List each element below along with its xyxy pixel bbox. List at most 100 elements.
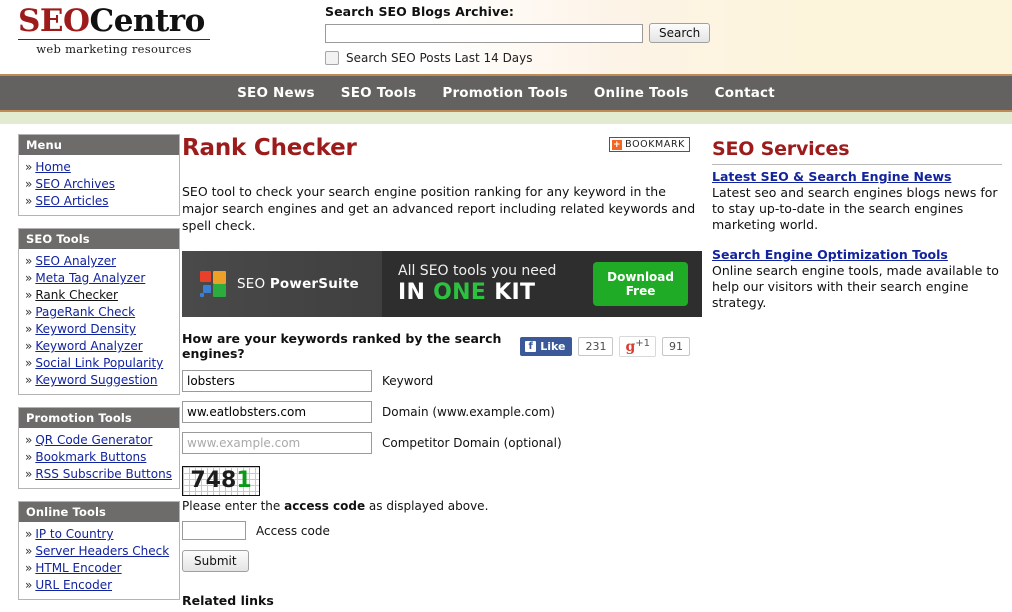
competitor-domain-input[interactable] [182,432,372,454]
captcha-instructions: Please enter the access code as displaye… [182,499,702,513]
domain-input-label: Domain (www.example.com) [382,405,555,419]
sidebar-link-ip-to-country[interactable]: IP to Country [35,527,113,541]
sidebar-link-url-encoder[interactable]: URL Encoder [35,578,112,592]
archive-search-area: Search SEO Blogs Archive: Search Search … [325,4,711,65]
sidebar-item-home[interactable]: » Home [25,159,173,176]
service-link-latest-seo-news[interactable]: Latest SEO & Search Engine News [712,169,1002,184]
bullet-icon: » [25,177,33,191]
sidebar-item-url-encoder[interactable]: » URL Encoder [25,577,173,594]
main-content: Rank Checker + BOOKMARK SEO tool to chec… [180,124,702,608]
service-block-news: Latest SEO & Search Engine News Latest s… [712,169,1002,233]
sidebar-link-server-headers-check[interactable]: Server Headers Check [35,544,169,558]
sidebar-box-seo-tools-title: SEO Tools [19,229,179,249]
form-question: How are your keywords ranked by the sear… [182,331,502,361]
competitor-domain-field-row: Competitor Domain (optional) [182,432,702,454]
sidebar-item-server-headers-check[interactable]: » Server Headers Check [25,543,173,560]
sidebar-box-online-tools-body: » IP to Country » Server Headers Check » HT… [19,522,179,599]
sidebar-link-html-encoder[interactable]: HTML Encoder [35,561,121,575]
sidebar-link-rank-checker[interactable]: Rank Checker [35,288,118,302]
archive-search-row: Search [325,23,711,43]
sidebar-item-seo-analyzer[interactable]: » SEO Analyzer [25,253,173,270]
bullet-icon: » [25,527,33,541]
access-code-label: Access code [256,523,330,538]
powersuite-logo-icon [200,271,226,297]
ad-message-area: All SEO tools you need IN ONE KIT Downlo… [382,251,702,317]
sidebar-item-html-encoder[interactable]: » HTML Encoder [25,560,173,577]
domain-input[interactable] [182,401,372,423]
ad-brand-name: SEO PowerSuite [237,276,359,292]
sidebar-link-seo-articles[interactable]: SEO Articles [35,194,108,208]
sidebar-link-keyword-suggestion[interactable]: Keyword Suggestion [35,373,157,387]
sidebar-box-menu: Menu » Home » SEO Archives » SEO Articles [18,134,180,216]
download-button-line-2: Free [625,284,656,298]
google-plus-one-count: 91 [662,336,690,356]
submit-button[interactable]: Submit [182,550,249,572]
sidebar-item-keyword-density[interactable]: » Keyword Density [25,321,173,338]
sidebar-link-rss-subscribe-buttons[interactable]: RSS Subscribe Buttons [35,467,172,481]
sidebar-link-qr-code-generator[interactable]: QR Code Generator [35,433,152,447]
sidebar-item-bookmark-buttons[interactable]: » Bookmark Buttons [25,449,173,466]
logo-wordmark: SEOCentro [18,4,218,38]
archive-search-filter[interactable]: Search SEO Posts Last 14 Days [325,51,710,65]
form-question-row: How are your keywords ranked by the sear… [182,331,702,361]
sidebar-item-keyword-analyzer[interactable]: » Keyword Analyzer [25,338,173,355]
nav-item-online-tools[interactable]: Online Tools [594,85,689,101]
sidebar-item-rank-checker[interactable]: » Rank Checker [25,287,173,304]
bullet-icon: » [25,194,33,208]
sidebar-item-rss-subscribe-buttons[interactable]: » RSS Subscribe Buttons [25,466,173,483]
captcha-note-suffix: as displayed above. [365,499,489,513]
sidebar-item-social-link-popularity[interactable]: » Social Link Popularity [25,355,173,372]
bullet-icon: » [25,160,33,174]
sidebar-item-ip-to-country[interactable]: » IP to Country [25,526,173,543]
google-plus-one-label: +1 [635,337,650,349]
site-logo[interactable]: SEOCentro web marketing resources [18,4,218,56]
sidebar-item-seo-archives[interactable]: » SEO Archives [25,176,173,193]
archive-search-button[interactable]: Search [649,23,711,43]
bullet-icon: » [25,373,33,387]
nav-item-seo-news[interactable]: SEO News [237,85,315,101]
sidebar-item-keyword-suggestion[interactable]: » Keyword Suggestion [25,372,173,389]
sidebar-link-pagerank-check[interactable]: PageRank Check [35,305,135,319]
ad-copy: All SEO tools you need IN ONE KIT [398,264,556,304]
bullet-icon: » [25,450,33,464]
sidebar-link-bookmark-buttons[interactable]: Bookmark Buttons [35,450,146,464]
google-plus-one-button[interactable]: g+1 [619,335,656,357]
keyword-input[interactable] [182,370,372,392]
sidebar-link-meta-tag-analyzer[interactable]: Meta Tag Analyzer [35,271,145,285]
facebook-icon: f [525,340,537,352]
right-column: SEO Services Latest SEO & Search Engine … [702,124,1012,325]
sidebar-item-qr-code-generator[interactable]: » QR Code Generator [25,432,173,449]
nav-item-contact[interactable]: Contact [715,85,775,101]
bullet-icon: » [25,561,33,575]
sidebar-link-home[interactable]: Home [35,160,70,174]
sidebar-link-keyword-analyzer[interactable]: Keyword Analyzer [35,339,142,353]
captcha-note-prefix: Please enter the [182,499,285,513]
facebook-like-button[interactable]: f Like [520,336,573,356]
seo-services-title: SEO Services [712,138,850,160]
logo-centro-text: Centro [89,3,206,39]
service-link-seo-tools[interactable]: Search Engine Optimization Tools [712,247,1002,262]
site-header: SEOCentro web marketing resources Search… [0,0,1012,74]
nav-item-promotion-tools[interactable]: Promotion Tools [442,85,567,101]
domain-field-row: Domain (www.example.com) [182,401,702,423]
bullet-icon: » [25,254,33,268]
download-free-button[interactable]: Download Free [593,262,688,306]
bookmark-plus-icon: + [612,139,623,150]
sidebar-link-keyword-density[interactable]: Keyword Density [35,322,136,336]
bookmark-button[interactable]: + BOOKMARK [609,137,690,152]
sidebar-item-seo-articles[interactable]: » SEO Articles [25,193,173,210]
sidebar-link-seo-archives[interactable]: SEO Archives [35,177,115,191]
sidebar-link-seo-analyzer[interactable]: SEO Analyzer [35,254,116,268]
sidebar-box-seo-tools: SEO Tools » SEO Analyzer » Meta Tag Analyz… [18,228,180,395]
sidebar-link-social-link-popularity[interactable]: Social Link Popularity [35,356,163,370]
sidebar-box-promotion-tools: Promotion Tools » QR Code Generator » Book… [18,407,180,489]
sidebar-item-meta-tag-analyzer[interactable]: » Meta Tag Analyzer [25,270,173,287]
archive-search-input[interactable] [325,23,643,43]
checkbox-last-14-days[interactable] [325,51,339,65]
access-code-input[interactable] [182,521,246,540]
sidebar-box-menu-body: » Home » SEO Archives » SEO Articles [19,155,179,215]
sidebar-item-pagerank-check[interactable]: » PageRank Check [25,304,173,321]
nav-item-seo-tools[interactable]: SEO Tools [341,85,417,101]
powersuite-ad-banner[interactable]: SEO PowerSuite All SEO tools you need IN… [182,251,702,317]
seo-services-divider [712,164,1002,165]
